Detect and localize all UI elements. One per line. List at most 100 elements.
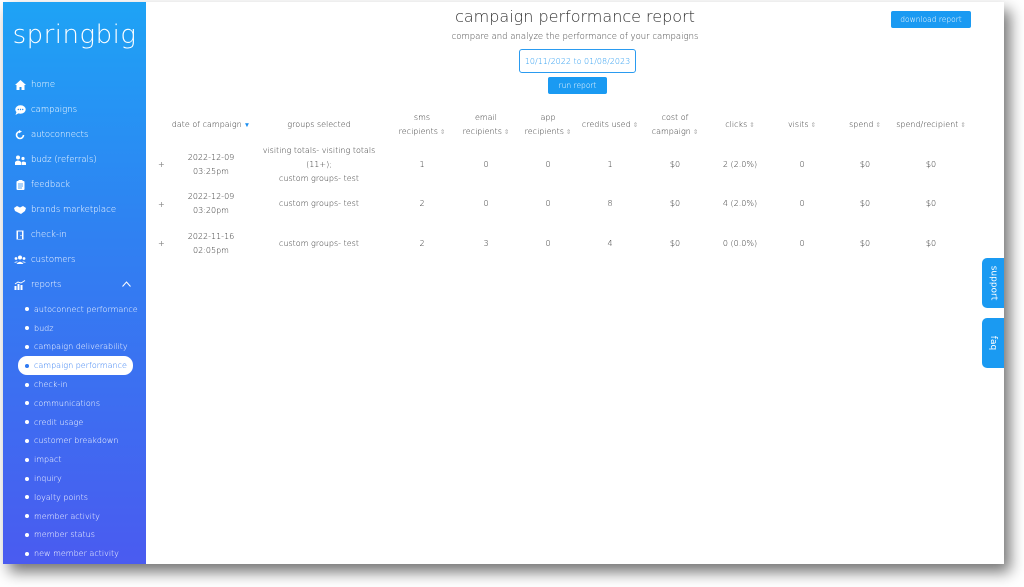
submenu-item-label: customer breakdown bbox=[34, 436, 119, 446]
sort-desc-icon[interactable]: ▼ bbox=[244, 121, 250, 129]
submenu-item-label: credit usage bbox=[34, 417, 84, 427]
submenu-item[interactable]: communications bbox=[3, 394, 146, 413]
table-row[interactable]: +2022-12-09 03:25pm visiting totals- visit… bbox=[146, 145, 1004, 185]
cell-value: $0 bbox=[925, 159, 937, 169]
table-cell: 0 bbox=[777, 224, 827, 264]
submenu-item[interactable]: loyalty points bbox=[3, 488, 146, 507]
table-row[interactable]: +2022-12-09 03:20pm custom groups- test 2 0 0… bbox=[146, 185, 1004, 225]
sidebar-item-label: customers bbox=[31, 254, 76, 265]
sidebar-item-brands-marketplace[interactable]: brands marketplace bbox=[3, 197, 146, 222]
submenu-item[interactable]: member status bbox=[3, 526, 146, 545]
bullet-icon bbox=[25, 363, 29, 368]
submenu-item[interactable]: credit usage bbox=[3, 413, 146, 432]
column-header[interactable]: groups selected bbox=[254, 105, 384, 145]
logo[interactable]: springbig bbox=[3, 20, 146, 50]
submenu-item[interactable]: customer breakdown bbox=[3, 432, 146, 451]
cell-value: 2 bbox=[419, 238, 425, 248]
submenu-item-label: impact bbox=[34, 455, 62, 465]
table-cell: $0 bbox=[840, 145, 890, 185]
sort-icon[interactable]: ⇕ bbox=[693, 128, 698, 136]
support-tab[interactable]: support bbox=[982, 258, 1004, 308]
submenu-item[interactable]: budz bbox=[3, 319, 146, 338]
expand-row-icon[interactable]: + bbox=[158, 145, 165, 185]
column-header[interactable]: email recipients ⇕ bbox=[456, 105, 516, 145]
sort-icon[interactable]: ⇕ bbox=[749, 121, 754, 129]
groups-selected: custom groups- test bbox=[279, 199, 359, 209]
chevron-up-icon[interactable] bbox=[122, 280, 131, 290]
groups-selected: visiting totals- visiting totals (11+); bbox=[262, 145, 376, 169]
cell-value: 0 bbox=[799, 159, 805, 169]
sidebar-item-budz[interactable]: budz (referrals) bbox=[3, 147, 146, 172]
bullet-icon bbox=[25, 495, 29, 500]
column-header-label: date of campaign bbox=[171, 120, 242, 129]
sort-icon[interactable]: ⇕ bbox=[566, 128, 571, 136]
campaign-date: 2022-12-09 bbox=[187, 152, 235, 162]
table-cell: $0 bbox=[891, 224, 971, 264]
sidebar-item-check-in[interactable]: check-in bbox=[3, 222, 146, 247]
submenu-item[interactable]: check-in bbox=[3, 375, 146, 394]
cell-value: 0 bbox=[799, 199, 805, 209]
campaign-time: 03:20pm bbox=[193, 206, 229, 216]
run-report-button[interactable]: run report bbox=[548, 77, 607, 94]
table-cell: 0 bbox=[777, 185, 827, 225]
table-cell: $0 bbox=[840, 185, 890, 225]
column-header-label: visits bbox=[787, 120, 809, 129]
table-row[interactable]: +2022-11-16 02:05pm custom groups- test 2 3 0… bbox=[146, 224, 1004, 264]
column-header[interactable]: spend/recipient ⇕ bbox=[891, 105, 971, 145]
date-range-picker[interactable]: 10/11/2022 to 01/08/2023 bbox=[519, 49, 636, 73]
groups-selected: custom groups- test bbox=[279, 173, 359, 183]
table-cell: custom groups- test bbox=[254, 185, 384, 225]
sidebar-item-reports[interactable]: reports bbox=[3, 272, 146, 297]
column-header[interactable]: sms recipients ⇕ bbox=[392, 105, 452, 145]
column-header[interactable]: visits ⇕ bbox=[777, 105, 827, 145]
column-header[interactable]: date of campaign ▼ bbox=[166, 105, 256, 145]
sort-icon[interactable]: ⇕ bbox=[811, 121, 816, 129]
submenu-item[interactable]: inquiry bbox=[3, 469, 146, 488]
column-header[interactable]: cost of campaign ⇕ bbox=[645, 105, 705, 145]
submenu-item[interactable]: new member activity bbox=[3, 544, 146, 563]
submenu-item-label: check-in bbox=[34, 380, 68, 390]
cell-value: 2 (2.0%) bbox=[722, 159, 758, 169]
sidebar-item-autoconnects[interactable]: autoconnects bbox=[3, 122, 146, 147]
main-content: campaign performance report compare and … bbox=[146, 2, 1004, 564]
sidebar-item-feedback[interactable]: feedback bbox=[3, 172, 146, 197]
submenu-item[interactable]: campaign deliverability bbox=[3, 338, 146, 357]
faq-tab[interactable]: faq bbox=[982, 318, 1004, 368]
table-cell: $0 bbox=[645, 185, 705, 225]
sort-icon[interactable]: ⇕ bbox=[504, 128, 509, 136]
expand-row-icon[interactable]: + bbox=[158, 224, 165, 264]
column-header[interactable]: clicks ⇕ bbox=[710, 105, 770, 145]
sidebar-item-customers[interactable]: customers bbox=[3, 247, 146, 272]
cell-value: 1 bbox=[607, 159, 613, 169]
home-icon bbox=[14, 79, 26, 91]
campaign-time: 03:25pm bbox=[193, 166, 229, 176]
column-header[interactable]: credits used ⇕ bbox=[580, 105, 640, 145]
column-header[interactable]: spend ⇕ bbox=[840, 105, 890, 145]
reports-submenu: autoconnect performance budz campaign deli… bbox=[3, 300, 146, 563]
column-header[interactable]: app recipients ⇕ bbox=[517, 105, 579, 145]
bullet-icon bbox=[25, 307, 29, 312]
sort-icon[interactable]: ⇕ bbox=[960, 121, 965, 129]
column-header-label: credits used bbox=[581, 120, 631, 129]
sidebar-item-label: feedback bbox=[31, 179, 71, 190]
sidebar-item-home[interactable]: home bbox=[3, 72, 146, 97]
sort-icon[interactable]: ⇕ bbox=[633, 121, 638, 129]
sidebar-item-campaigns[interactable]: campaigns bbox=[3, 97, 146, 122]
table-cell: 3 bbox=[456, 224, 516, 264]
groups-selected: custom groups- test bbox=[279, 238, 359, 248]
sidebar-item-label: reports bbox=[31, 279, 62, 290]
submenu-item[interactable]: campaign performance bbox=[18, 356, 133, 376]
cell-value: $0 bbox=[669, 159, 681, 169]
expand-row-icon[interactable]: + bbox=[158, 185, 165, 225]
download-report-button[interactable]: download report bbox=[891, 11, 971, 28]
submenu-item[interactable]: autoconnect performance bbox=[3, 300, 146, 319]
submenu-item-label: member status bbox=[34, 530, 95, 540]
table-cell: custom groups- test bbox=[254, 224, 384, 264]
cell-value: 0 bbox=[545, 159, 551, 169]
column-header-label: spend bbox=[849, 120, 874, 129]
submenu-item[interactable]: member activity bbox=[3, 507, 146, 526]
sort-icon[interactable]: ⇕ bbox=[875, 121, 880, 129]
submenu-item[interactable]: impact bbox=[3, 450, 146, 469]
table-cell: 2022-12-09 03:25pm bbox=[166, 145, 256, 185]
sort-icon[interactable]: ⇕ bbox=[440, 128, 445, 136]
